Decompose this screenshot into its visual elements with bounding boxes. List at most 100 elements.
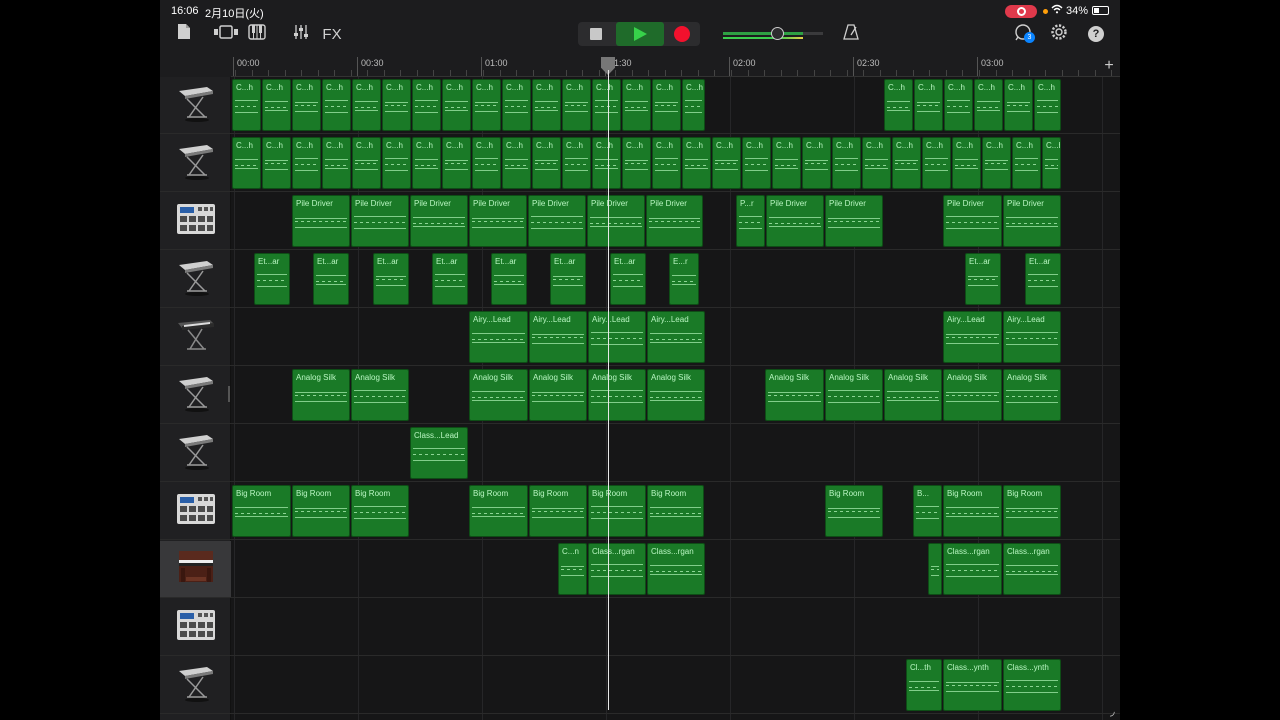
midi-region[interactable]: Et...ar [1025, 253, 1061, 305]
midi-region[interactable]: C...h [944, 79, 973, 131]
midi-region[interactable]: C...h [292, 79, 321, 131]
midi-region[interactable]: C...h [292, 137, 321, 189]
midi-region[interactable]: Analog Silk [469, 369, 528, 421]
midi-region[interactable]: Class...rgan [588, 543, 646, 595]
fx-button[interactable]: FX [317, 22, 347, 46]
midi-region[interactable]: C...h [442, 137, 471, 189]
midi-region[interactable]: C...h [382, 79, 411, 131]
midi-region[interactable]: C...h [802, 137, 831, 189]
midi-region[interactable]: Class...rgan [647, 543, 705, 595]
midi-region[interactable]: Pile Driver [528, 195, 586, 247]
midi-region[interactable]: C...h [262, 79, 291, 131]
midi-region[interactable]: C...h [622, 137, 651, 189]
settings-button[interactable] [1048, 22, 1070, 46]
midi-region[interactable]: C...h [1034, 79, 1061, 131]
midi-region[interactable]: Analog Silk [825, 369, 883, 421]
midi-region[interactable]: C...h [322, 137, 351, 189]
midi-region[interactable]: Big Room [232, 485, 291, 537]
midi-region[interactable]: Analog Silk [1003, 369, 1061, 421]
midi-region[interactable]: C...h [532, 137, 561, 189]
midi-region[interactable]: C...h [472, 79, 501, 131]
track-header[interactable] [160, 193, 231, 250]
midi-region[interactable]: P...r [736, 195, 765, 247]
midi-region[interactable]: Analog Silk [943, 369, 1002, 421]
mixer-button[interactable] [287, 22, 315, 46]
midi-region[interactable]: C...h [442, 79, 471, 131]
track-lane[interactable]: C...h C...h C...h C...h C...h C...h C...h C...h… [231, 135, 1120, 192]
track-header[interactable] [160, 367, 231, 424]
midi-region[interactable]: Class...ynth [943, 659, 1002, 711]
midi-region[interactable]: C...h [914, 79, 943, 131]
midi-region[interactable]: Analog Silk [529, 369, 587, 421]
midi-region[interactable]: C...h [772, 137, 801, 189]
midi-region[interactable]: C...h [502, 79, 531, 131]
my-songs-button[interactable] [174, 22, 194, 46]
midi-region[interactable]: Big Room [1003, 485, 1061, 537]
midi-region[interactable]: C...h [742, 137, 771, 189]
midi-region[interactable]: C...h [682, 79, 705, 131]
midi-region[interactable]: Big Room [943, 485, 1002, 537]
midi-region[interactable]: C...h [1012, 137, 1041, 189]
header-resize-handle[interactable] [228, 386, 230, 402]
timeline-ruler[interactable]: 00:00 00:30 01:00 01:30 02:00 02:30 03:00 [231, 56, 1120, 77]
midi-region[interactable]: Pile Driver [351, 195, 409, 247]
midi-region[interactable]: Class...rgan [1003, 543, 1061, 595]
midi-region[interactable]: C...h [974, 79, 1003, 131]
track-header[interactable] [160, 599, 231, 656]
midi-region[interactable]: C...h [832, 137, 861, 189]
midi-region[interactable]: Airy...Lead [1003, 311, 1061, 363]
midi-region[interactable]: Et...ar [254, 253, 290, 305]
midi-region[interactable]: Class...ynth [1003, 659, 1061, 711]
stop-button[interactable] [590, 28, 602, 40]
midi-region[interactable]: Analog Silk [351, 369, 409, 421]
midi-region[interactable]: Big Room [647, 485, 704, 537]
midi-region[interactable]: C...h [952, 137, 981, 189]
midi-region[interactable]: C...h [352, 79, 381, 131]
record-button[interactable] [674, 26, 690, 42]
midi-region[interactable]: C...h [592, 137, 621, 189]
track-lane[interactable] [231, 599, 1120, 656]
midi-region[interactable]: Big Room [351, 485, 409, 537]
track-header[interactable] [160, 657, 231, 714]
midi-region[interactable]: C...h [472, 137, 501, 189]
midi-region[interactable]: Pile Driver [410, 195, 468, 247]
midi-region[interactable]: C...h [412, 137, 441, 189]
midi-region[interactable]: Pile Driver [825, 195, 883, 247]
midi-region[interactable]: Pile Driver [587, 195, 645, 247]
track-lane[interactable]: C...n Class...rgan Class...rgan Class...rga… [231, 541, 1120, 598]
midi-region[interactable]: Analog Silk [647, 369, 705, 421]
midi-region[interactable]: C...h [622, 79, 651, 131]
midi-region[interactable]: C...h [592, 79, 621, 131]
midi-region[interactable]: Big Room [588, 485, 646, 537]
midi-region[interactable]: C...h [1042, 137, 1061, 189]
midi-region[interactable]: C...h [562, 79, 591, 131]
midi-region[interactable]: Pile Driver [469, 195, 527, 247]
midi-region[interactable]: Et...ar [610, 253, 646, 305]
midi-region[interactable]: C...h [682, 137, 711, 189]
midi-region[interactable]: Analog Silk [588, 369, 646, 421]
track-lane[interactable]: Class...Lead [231, 425, 1120, 482]
track-header[interactable] [160, 425, 231, 482]
master-volume-slider[interactable] [723, 27, 823, 41]
track-lane[interactable]: Cl...th Class...ynth Class...ynth [231, 657, 1120, 714]
midi-region[interactable]: Airy...Lead [647, 311, 705, 363]
midi-region[interactable]: C...h [922, 137, 951, 189]
metronome-button[interactable] [840, 22, 862, 46]
midi-region[interactable]: Pile Driver [943, 195, 1002, 247]
midi-region[interactable]: Analog Silk [765, 369, 824, 421]
volume-knob[interactable] [771, 27, 784, 40]
play-button[interactable] [616, 22, 664, 46]
track-lane[interactable]: Big Room Big Room Big Room Big Room Big Room… [231, 483, 1120, 540]
track-header[interactable] [160, 541, 231, 598]
midi-region[interactable]: C...h [884, 79, 913, 131]
midi-region[interactable]: C...h [532, 79, 561, 131]
midi-region[interactable]: B... [913, 485, 942, 537]
midi-region[interactable] [928, 543, 942, 595]
midi-region[interactable]: Et...ar [550, 253, 586, 305]
midi-region[interactable]: Et...ar [491, 253, 527, 305]
midi-region[interactable]: C...h [322, 79, 351, 131]
track-header[interactable] [160, 135, 231, 192]
midi-region[interactable]: C...h [412, 79, 441, 131]
midi-region[interactable]: Class...rgan [943, 543, 1002, 595]
track-header[interactable] [160, 77, 231, 134]
